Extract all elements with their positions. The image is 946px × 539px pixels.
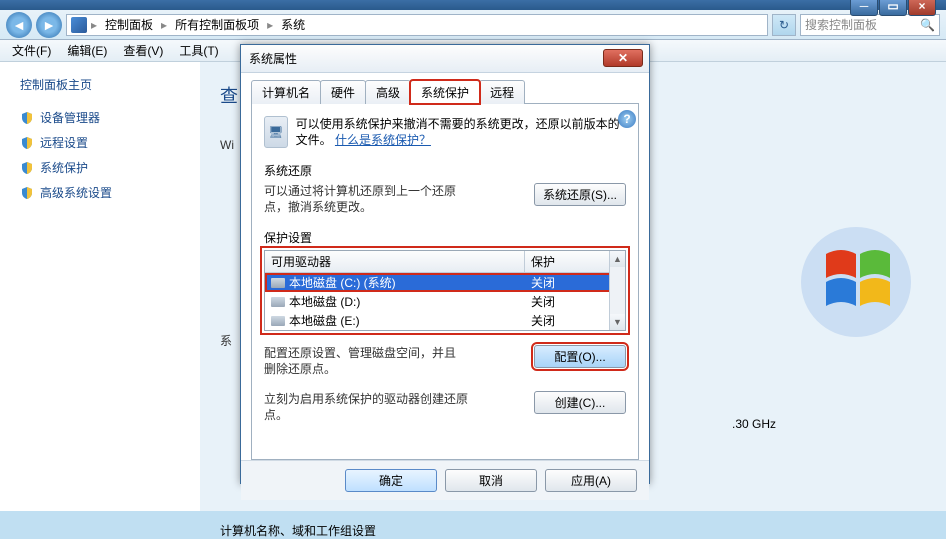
maximize-button[interactable]: ▭	[879, 0, 907, 16]
breadcrumb-item[interactable]: 系统	[277, 16, 309, 33]
system-protection-icon: 🖥	[264, 116, 288, 148]
chevron-right-icon: ▸	[161, 18, 167, 32]
tab-remote[interactable]: 远程	[479, 80, 525, 104]
sidebar-item-label: 设备管理器	[40, 109, 100, 126]
system-restore-button[interactable]: 系统还原(S)...	[534, 183, 626, 206]
search-icon: 🔍	[920, 18, 935, 32]
cancel-button[interactable]: 取消	[445, 469, 537, 492]
scroll-up-icon[interactable]: ▲	[610, 251, 625, 267]
system-restore-heading: 系统还原	[264, 162, 626, 179]
dialog-close-button[interactable]: ✕	[603, 49, 643, 67]
drive-name: 本地磁盘 (D:)	[289, 293, 360, 310]
sidebar-item-label: 高级系统设置	[40, 184, 112, 201]
shield-icon	[20, 136, 34, 150]
drive-name: 本地磁盘 (E:)	[289, 312, 360, 329]
minimize-button[interactable]: ─	[850, 0, 878, 16]
dialog-title: 系统属性	[249, 50, 297, 67]
menu-edit[interactable]: 编辑(E)	[59, 40, 115, 61]
configure-button[interactable]: 配置(O)...	[534, 345, 626, 368]
sidebar-item-label: 远程设置	[40, 134, 88, 151]
close-button[interactable]: ×	[908, 0, 936, 16]
chevron-right-icon: ▸	[267, 18, 273, 32]
apply-button[interactable]: 应用(A)	[545, 469, 637, 492]
sidebar-item-device-manager[interactable]: 设备管理器	[10, 105, 190, 130]
shield-icon	[20, 161, 34, 175]
drive-list[interactable]: 可用驱动器 保护 本地磁盘 (C:) (系统) 关闭 本地磁盘 (D:) 关闭 …	[264, 250, 626, 331]
back-button[interactable]: ◄	[6, 12, 32, 38]
what-is-system-protection-link[interactable]: 什么是系统保护？	[335, 133, 431, 147]
windows-logo-icon	[796, 222, 916, 342]
create-restore-point-text: 立刻为启用系统保护的驱动器创建还原点。	[264, 391, 484, 423]
drive-row-d[interactable]: 本地磁盘 (D:) 关闭	[265, 292, 625, 311]
sidebar: 控制面板主页 设备管理器 远程设置 系统保护 高级系统设置	[0, 62, 200, 511]
col-drive: 可用驱动器	[265, 251, 525, 272]
menu-tools[interactable]: 工具(T)	[171, 40, 226, 61]
shield-icon	[20, 186, 34, 200]
protection-settings-heading: 保护设置	[264, 229, 626, 246]
drive-name: 本地磁盘 (C:) (系统)	[289, 274, 396, 291]
forward-button[interactable]: ►	[36, 12, 62, 38]
scroll-down-icon[interactable]: ▼	[610, 314, 625, 330]
disk-icon	[271, 316, 285, 326]
tab-hardware[interactable]: 硬件	[320, 80, 366, 104]
sidebar-item-remote-settings[interactable]: 远程设置	[10, 130, 190, 155]
create-button[interactable]: 创建(C)...	[534, 391, 626, 414]
breadcrumb-item[interactable]: 控制面板	[101, 16, 157, 33]
dialog-footer: 确定 取消 应用(A)	[241, 460, 649, 500]
drive-row-c[interactable]: 本地磁盘 (C:) (系统) 关闭	[265, 273, 625, 292]
computer-name-section-label: 计算机名称、域和工作组设置	[220, 522, 376, 539]
help-icon[interactable]: ?	[618, 110, 636, 128]
menu-file[interactable]: 文件(F)	[4, 40, 59, 61]
ok-button[interactable]: 确定	[345, 469, 437, 492]
drive-list-header: 可用驱动器 保护	[265, 251, 625, 273]
dialog-tabs: 计算机名 硬件 高级 系统保护 远程	[251, 79, 639, 104]
configure-text: 配置还原设置、管理磁盘空间，并且删除还原点。	[264, 345, 464, 377]
search-placeholder: 搜索控制面板	[805, 16, 877, 33]
tab-advanced[interactable]: 高级	[365, 80, 411, 104]
intro-text: 可以使用系统保护来撤消不需要的系统更改，还原以前版本的文件。 什么是系统保护？	[296, 116, 626, 148]
window-titlebar: ─ ▭ ×	[0, 0, 946, 10]
refresh-button[interactable]: ↻	[772, 14, 796, 36]
tab-computer-name[interactable]: 计算机名	[251, 80, 321, 104]
sidebar-item-label: 系统保护	[40, 159, 88, 176]
search-input[interactable]: 搜索控制面板 🔍	[800, 14, 940, 36]
shield-icon	[20, 111, 34, 125]
sidebar-item-advanced-settings[interactable]: 高级系统设置	[10, 180, 190, 205]
breadcrumb-item[interactable]: 所有控制面板项	[171, 16, 263, 33]
sidebar-home-link[interactable]: 控制面板主页	[10, 76, 190, 93]
cpu-speed-text: .30 GHz	[732, 417, 776, 431]
tab-page: ? 🖥 可以使用系统保护来撤消不需要的系统更改，还原以前版本的文件。 什么是系统…	[251, 104, 639, 460]
tab-system-protection[interactable]: 系统保护	[410, 80, 480, 104]
system-properties-dialog: 系统属性 ✕ 计算机名 硬件 高级 系统保护 远程 ? 🖥 可以使用系统保护来撤…	[240, 44, 650, 484]
system-restore-text: 可以通过将计算机还原到上一个还原点，撤消系统更改。	[264, 183, 464, 215]
disk-icon	[271, 297, 285, 307]
explorer-navbar: ◄ ► ▸ 控制面板 ▸ 所有控制面板项 ▸ 系统 ↻ 搜索控制面板 🔍	[0, 10, 946, 40]
scrollbar[interactable]: ▲ ▼	[609, 251, 625, 330]
drive-row-e[interactable]: 本地磁盘 (E:) 关闭	[265, 311, 625, 330]
control-panel-icon	[71, 17, 87, 33]
address-bar[interactable]: ▸ 控制面板 ▸ 所有控制面板项 ▸ 系统	[66, 14, 768, 36]
menu-view[interactable]: 查看(V)	[115, 40, 171, 61]
sidebar-item-system-protection[interactable]: 系统保护	[10, 155, 190, 180]
disk-icon	[271, 278, 285, 288]
dialog-titlebar[interactable]: 系统属性 ✕	[241, 45, 649, 73]
chevron-right-icon: ▸	[91, 18, 97, 32]
